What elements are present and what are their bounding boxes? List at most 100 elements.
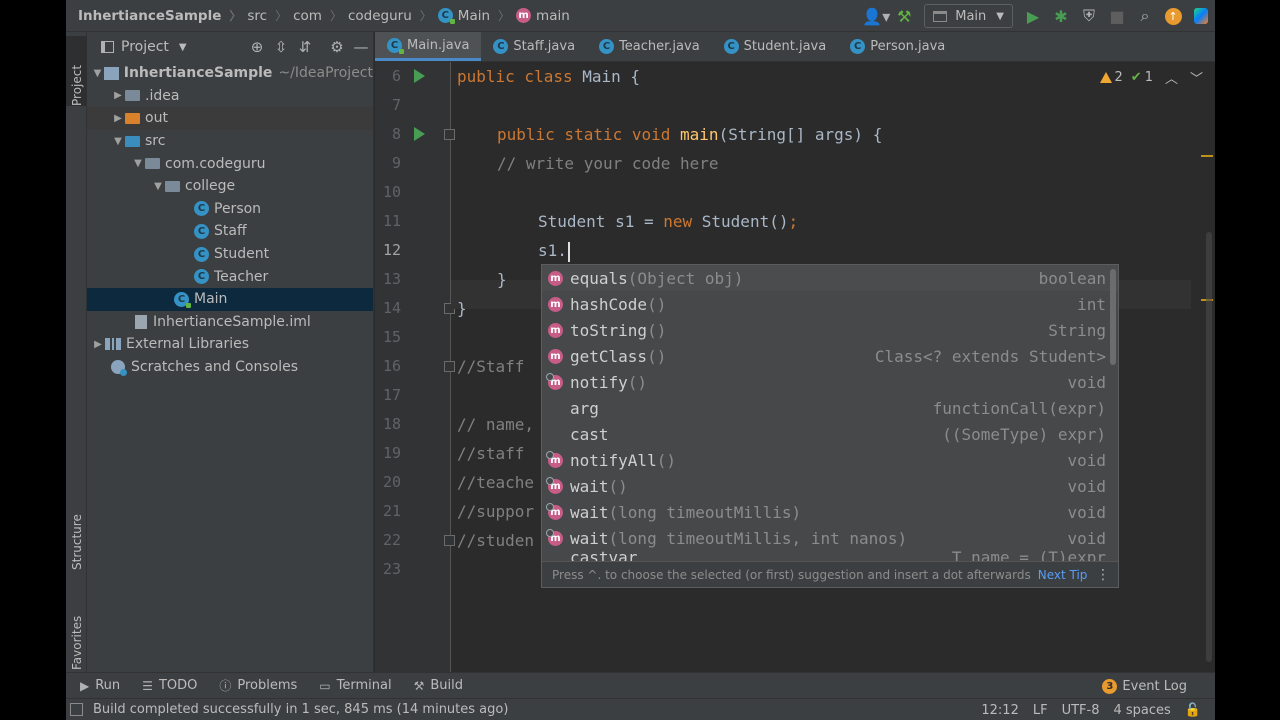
favorites-tool-tab[interactable]: Favorites <box>66 588 87 670</box>
code-line-8: public static void main(String[] args) { <box>497 125 883 144</box>
coverage-icon[interactable]: ⛨ <box>1075 0 1103 32</box>
terminal-tool-button[interactable]: ▭ Terminal <box>319 678 391 693</box>
line-number: 7 <box>391 96 401 114</box>
tree-item-staff[interactable]: C Staff <box>87 220 373 243</box>
breadcrumb-project[interactable]: InhertianceSample 〉 <box>66 7 241 24</box>
completion-item[interactable]: m notify() void <box>542 369 1118 395</box>
tab-person-java[interactable]: C Person.java <box>838 32 957 61</box>
inspection-widget[interactable]: 2 ✔ 1 ︿ ﹀ <box>1094 68 1203 87</box>
tree-item-project-root[interactable]: ▼ InhertianceSample ~/IdeaProject <box>87 62 373 85</box>
completion-item[interactable]: m notifyAll() void <box>542 447 1118 473</box>
tab-staff-java[interactable]: C Staff.java <box>481 32 587 61</box>
update-icon[interactable]: ↑ <box>1159 0 1187 32</box>
tree-item-college[interactable]: ▼ college <box>87 175 373 198</box>
stop-icon[interactable]: ■ <box>1103 0 1131 32</box>
class-icon: C <box>194 246 209 262</box>
tree-item-external-libraries[interactable]: ▶ External Libraries <box>87 333 373 356</box>
completion-item[interactable]: cast ((SomeType) expr) <box>542 421 1118 447</box>
gear-icon[interactable]: ⚙ <box>325 38 349 56</box>
chevron-right-icon[interactable]: ▶ <box>91 339 105 350</box>
line-number: 6 <box>391 67 401 85</box>
todo-tool-button[interactable]: ☰ TODO <box>142 678 197 693</box>
tab-teacher-java[interactable]: C Teacher.java <box>587 32 712 61</box>
lock-icon[interactable]: 🔓 <box>1185 703 1201 718</box>
class-icon: C <box>723 39 739 54</box>
debug-icon[interactable]: ✱ <box>1047 0 1075 32</box>
chevron-down-icon[interactable]: ▼ <box>151 181 165 192</box>
hide-icon[interactable]: — <box>349 38 373 56</box>
completion-scroll-thumb[interactable] <box>1110 269 1116 365</box>
method-icon: m <box>548 348 563 364</box>
run-gutter-icon[interactable] <box>414 69 425 83</box>
breadcrumb-main-class[interactable]: C Main 〉 <box>432 7 510 24</box>
breadcrumb-main-method[interactable]: m main <box>510 8 570 24</box>
caret-position[interactable]: 12:12 <box>981 703 1018 718</box>
run-gutter-icon[interactable] <box>414 127 425 141</box>
tree-item-student[interactable]: C Student <box>87 243 373 266</box>
next-tip-link[interactable]: Next Tip <box>1038 568 1088 582</box>
run-tool-button[interactable]: ▶ Run <box>80 678 120 693</box>
scroll-thumb[interactable] <box>1206 232 1212 662</box>
tree-item-idea[interactable]: ▶ .idea <box>87 85 373 108</box>
chevron-down-icon[interactable]: ▼ <box>91 68 104 79</box>
completion-item[interactable]: m getClass() Class<? extends Student> <box>542 343 1118 369</box>
indent-setting[interactable]: 4 spaces <box>1113 703 1170 718</box>
tree-item-person[interactable]: C Person <box>87 198 373 221</box>
completion-item[interactable]: m hashCode() int <box>542 291 1118 317</box>
event-log-button[interactable]: 3 Event Log <box>1102 673 1187 699</box>
user-icon[interactable]: 👤▾ <box>862 0 890 32</box>
line-separator[interactable]: LF <box>1033 703 1048 718</box>
locate-icon[interactable]: ⊕ <box>245 38 269 56</box>
breadcrumb-codeguru[interactable]: codeguru 〉 <box>342 7 432 24</box>
project-view-select[interactable]: Project <box>121 39 169 55</box>
collapse-all-icon[interactable]: ⇵ <box>293 38 317 56</box>
breadcrumb-com[interactable]: com 〉 <box>287 7 342 24</box>
problems-tool-button[interactable]: ⓘ Problems <box>219 677 297 694</box>
chevron-right-icon[interactable]: ▶ <box>111 113 125 124</box>
tree-item-iml[interactable]: InhertianceSample.iml <box>87 311 373 334</box>
expand-all-icon[interactable]: ⇳ <box>269 38 293 56</box>
tree-item-teacher[interactable]: C Teacher <box>87 265 373 288</box>
check-icon: ✔ <box>1130 70 1142 85</box>
completion-item[interactable]: m wait (long timeoutMillis, int nanos) void <box>542 525 1118 551</box>
tab-main-java[interactable]: C Main.java <box>375 32 482 61</box>
completion-item[interactable]: m wait() void <box>542 473 1118 499</box>
chevron-up-icon[interactable]: ︿ <box>1165 68 1178 87</box>
final-method-icon: m <box>546 476 563 494</box>
chevron-down-icon[interactable]: ▼ <box>131 158 145 169</box>
file-encoding[interactable]: UTF-8 <box>1062 703 1100 718</box>
editor-scrollbar[interactable] <box>1201 62 1215 672</box>
tree-item-out[interactable]: ▶ out <box>87 107 373 130</box>
run-icon[interactable]: ▶ <box>1019 0 1047 32</box>
tree-item-main[interactable]: C Main <box>87 287 373 311</box>
structure-tool-tab[interactable]: Structure <box>66 490 87 570</box>
code-line-16: //Staff <box>457 357 525 376</box>
tree-item-com-codeguru[interactable]: ▼ com.codeguru <box>87 152 373 175</box>
jetbrains-logo-icon[interactable] <box>1187 0 1215 32</box>
tool-windows-toggle-icon[interactable] <box>70 703 83 716</box>
build-tool-button[interactable]: ⚒ Build <box>414 678 463 693</box>
fold-icon[interactable] <box>444 361 455 372</box>
breadcrumb-src[interactable]: src 〉 <box>241 7 287 24</box>
fold-icon[interactable] <box>444 535 455 546</box>
search-icon[interactable]: ⌕ <box>1131 0 1159 32</box>
run-configuration-select[interactable]: Main ▼ <box>924 4 1013 28</box>
chevron-down-icon[interactable]: ▼ <box>179 42 187 53</box>
completion-item[interactable]: m toString() String <box>542 317 1118 343</box>
fold-icon[interactable] <box>444 129 455 140</box>
hammer-build-icon[interactable]: ⚒ <box>890 0 918 32</box>
chevron-down-icon[interactable]: ▼ <box>111 136 125 147</box>
project-tool-tab[interactable]: Project <box>66 36 87 106</box>
more-options-icon[interactable]: ⋮ <box>1096 567 1110 583</box>
warning-stripe[interactable] <box>1201 155 1213 157</box>
completion-item[interactable]: arg functionCall(expr) <box>542 395 1118 421</box>
terminal-icon: ▭ <box>319 678 331 693</box>
completion-item[interactable]: m equals (Object obj) boolean <box>542 265 1118 291</box>
completion-item[interactable]: m wait (long timeoutMillis) void <box>542 499 1118 525</box>
status-message[interactable]: Build completed successfully in 1 sec, 8… <box>93 702 508 717</box>
tree-item-scratches[interactable]: Scratches and Consoles <box>87 356 373 379</box>
chevron-right-icon[interactable]: ▶ <box>111 90 125 101</box>
line-number: 8 <box>391 125 401 143</box>
tab-student-java[interactable]: C Student.java <box>712 32 839 61</box>
tree-item-src[interactable]: ▼ src <box>87 130 373 153</box>
